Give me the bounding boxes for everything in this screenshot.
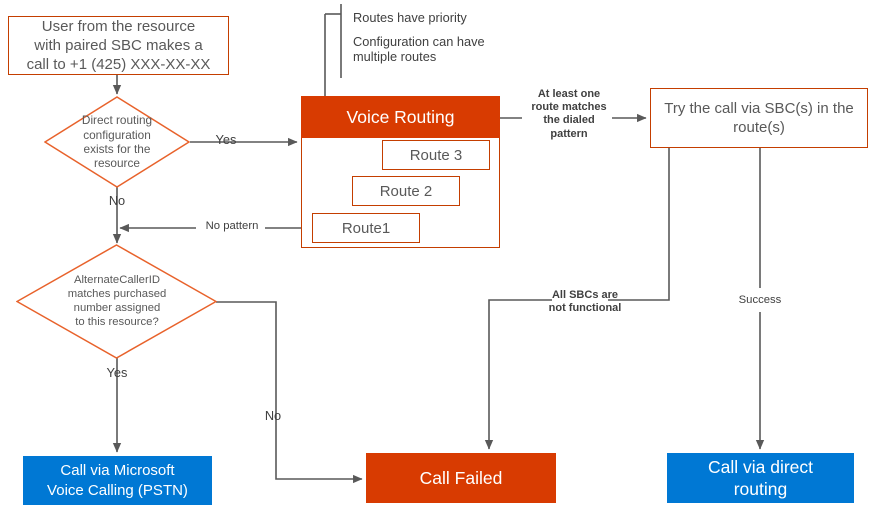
edge-label-yes-direct-routing: Yes <box>215 132 237 147</box>
result-pstn-label: Call via Microsoft Voice Calling (PSTN) <box>47 462 188 499</box>
edge-label-yes-alternate: Yes <box>106 365 128 380</box>
result-call-failed-label: Call Failed <box>419 467 503 488</box>
edge-label-no-alternate: No <box>264 408 282 423</box>
try-call-box-label: Try the call via SBC(s) in the route(s) <box>664 99 854 136</box>
result-call-failed-box: Call Failed <box>366 453 556 503</box>
route-1-label: Route1 <box>341 219 391 237</box>
edge-label-all-sbcs-not-functional: All SBCs are not functional <box>548 289 622 315</box>
edge-sbcs-not-functional-to-failed <box>484 299 552 450</box>
route-1-box: Route1 <box>312 213 420 243</box>
route-2-box: Route 2 <box>352 176 460 206</box>
voice-routing-header: Voice Routing <box>301 96 500 138</box>
route-2-label: Route 2 <box>379 182 433 200</box>
route-3-label: Route 3 <box>409 146 463 164</box>
edge-label-at-least-one-route: At least one route matches the dialed pa… <box>531 88 607 140</box>
edge-no-to-call-failed <box>216 301 363 484</box>
flowchart-canvas: User from the resource with paired SBC m… <box>0 0 876 516</box>
voice-routing-header-label: Voice Routing <box>346 106 455 127</box>
result-direct-routing-label: Call via direct routing <box>707 456 814 499</box>
try-call-box: Try the call via SBC(s) in the route(s) <box>650 88 868 148</box>
route-3-box: Route 3 <box>382 140 490 170</box>
edge-label-success: Success <box>738 294 782 306</box>
decision-direct-routing-label: Direct routing configuration exists for … <box>81 113 153 171</box>
result-pstn-box: Call via Microsoft Voice Calling (PSTN) <box>23 456 212 505</box>
edge-label-no-pattern: No pattern <box>205 220 259 232</box>
edge-label-no-direct-routing: No <box>108 193 126 208</box>
annotation-multiple-routes: Configuration can have multiple routes <box>353 34 485 65</box>
result-direct-routing-box: Call via direct routing <box>667 453 854 503</box>
edge-sbcs-not-functional-right <box>608 148 670 301</box>
decision-alternate-caller-id-label: AlternateCallerID matches purchased numb… <box>67 274 167 328</box>
annotation-routes-have-priority: Routes have priority <box>353 10 467 25</box>
start-box: User from the resource with paired SBC m… <box>8 16 229 75</box>
start-box-label: User from the resource with paired SBC m… <box>26 17 211 74</box>
